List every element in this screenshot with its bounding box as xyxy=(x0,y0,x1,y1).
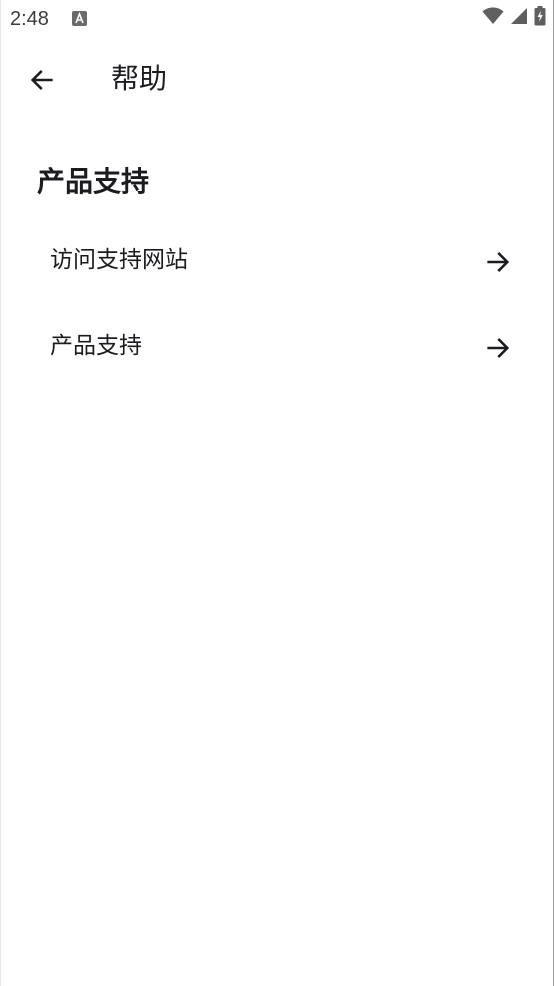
arrow-left-icon xyxy=(28,66,56,98)
arrow-right-icon xyxy=(482,246,514,278)
section-title: 产品支持 xyxy=(37,165,150,198)
list-item-visit-support-site[interactable]: 访问支持网站 xyxy=(0,218,554,304)
cellular-signal-icon xyxy=(510,7,528,29)
list-item-label: 产品支持 xyxy=(50,333,142,359)
wifi-icon xyxy=(482,7,504,29)
back-button[interactable] xyxy=(22,62,62,102)
left-edge-divider xyxy=(0,0,1,986)
support-list: 访问支持网站 产品支持 xyxy=(0,218,554,390)
status-bar: 2:48 xyxy=(0,0,554,38)
battery-charging-icon xyxy=(534,6,546,30)
app-bar: 帮助 xyxy=(0,38,554,122)
arrow-right-icon xyxy=(482,332,514,364)
status-icons xyxy=(482,6,546,30)
text-notification-icon xyxy=(72,11,87,26)
help-screen: 2:48 帮助 产品支持 访问支持网站 产品支持 xyxy=(0,0,554,986)
list-item-label: 访问支持网站 xyxy=(50,247,188,273)
list-item-product-support[interactable]: 产品支持 xyxy=(0,304,554,390)
page-title: 帮助 xyxy=(111,62,168,95)
status-time: 2:48 xyxy=(10,8,49,30)
